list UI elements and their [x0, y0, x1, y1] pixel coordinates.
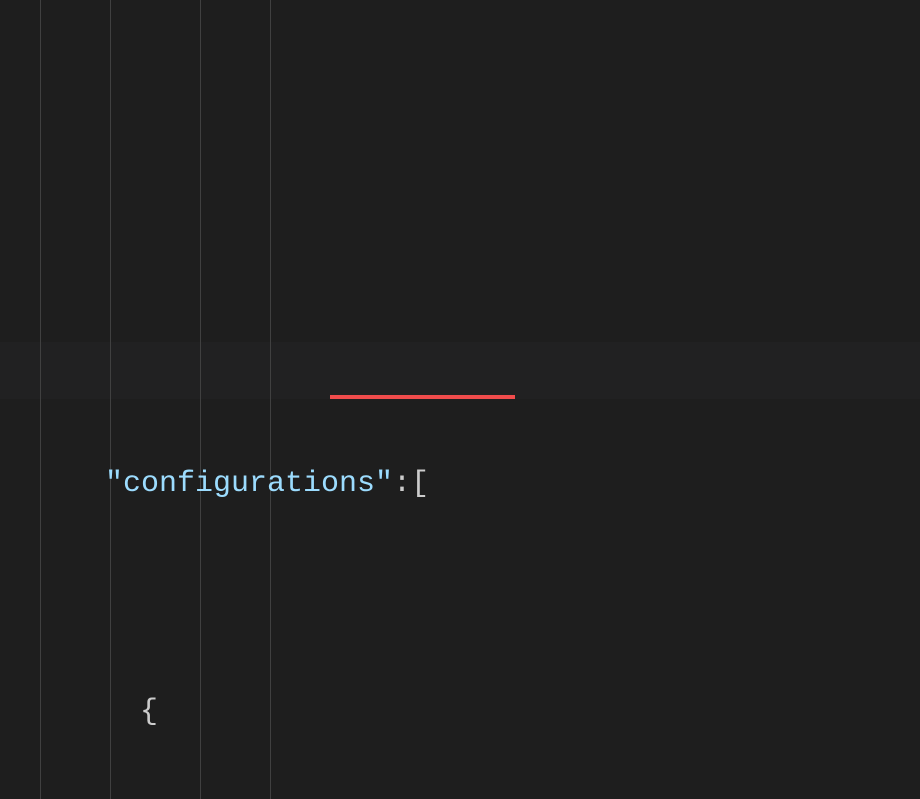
json-colon: :	[393, 456, 411, 513]
indent-guide	[270, 0, 271, 799]
error-underline	[330, 395, 515, 399]
json-bracket-open: [	[411, 456, 429, 513]
indent-guide	[200, 0, 201, 799]
code-line[interactable]: "configurations": [	[35, 456, 920, 513]
json-key: "configurations"	[105, 456, 393, 513]
json-brace-open: {	[140, 684, 158, 741]
indent-guide	[40, 0, 41, 799]
current-line-highlight	[0, 342, 920, 399]
indent-guide	[110, 0, 111, 799]
code-editor[interactable]: "configurations": [ { "name": "Launch vi…	[0, 0, 920, 799]
code-line[interactable]: {	[35, 684, 920, 741]
